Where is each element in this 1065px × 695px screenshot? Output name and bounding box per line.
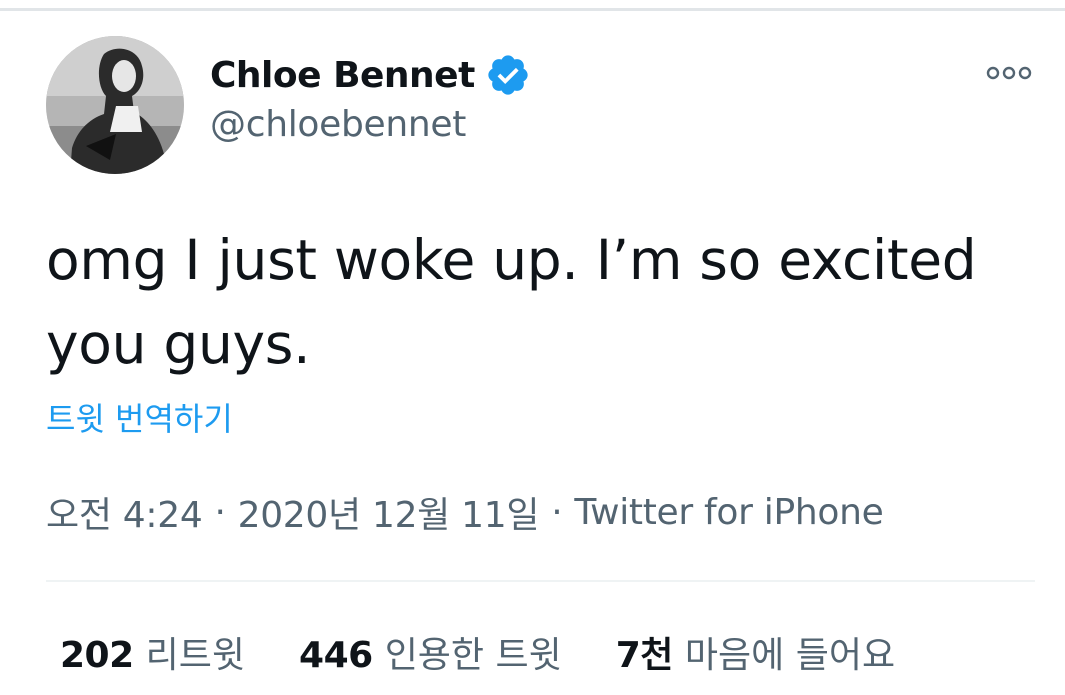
more-options-icon [986, 66, 1032, 80]
retweets-stat[interactable]: 202 리트윗 [60, 626, 245, 678]
author-display-name[interactable]: Chloe Bennet [210, 55, 475, 96]
tweet-metadata: 오전 4:24 · 2020년 12월 11일 · Twitter for iP… [46, 486, 884, 538]
meta-separator: · [551, 491, 563, 533]
tweet-text: omg I just woke up. I’m so excited you g… [46, 228, 977, 376]
retweets-label: 리트윗 [145, 635, 246, 676]
retweets-count: 202 [60, 635, 134, 676]
quote-tweets-stat[interactable]: 446 인용한 트윗 [299, 626, 562, 678]
avatar-photo [46, 36, 184, 174]
author-name-row[interactable]: Chloe Bennet [210, 50, 531, 100]
stats-divider [46, 580, 1035, 582]
translate-tweet-link[interactable]: 트윗 번역하기 [46, 394, 233, 440]
avatar[interactable] [46, 36, 184, 174]
author-handle[interactable]: @chloebennet [210, 104, 466, 145]
likes-count: 7천 [615, 635, 674, 676]
likes-label: 마음에 들어요 [684, 635, 896, 676]
quote-tweets-count: 446 [299, 635, 373, 676]
likes-stat[interactable]: 7천 마음에 들어요 [616, 626, 895, 678]
more-options-button[interactable] [983, 58, 1035, 88]
tweet-source[interactable]: Twitter for iPhone [574, 492, 883, 533]
tweet-time[interactable]: 오전 4:24 [46, 486, 203, 538]
tweet-date[interactable]: 2020년 12월 11일 [238, 486, 540, 538]
verified-badge-icon [485, 52, 531, 98]
meta-separator: · [214, 491, 226, 533]
tweet-stats: 202 리트윗 446 인용한 트윗 7천 마음에 들어요 [60, 626, 949, 678]
top-divider [0, 8, 1065, 11]
quote-tweets-label: 인용한 트윗 [384, 635, 562, 676]
